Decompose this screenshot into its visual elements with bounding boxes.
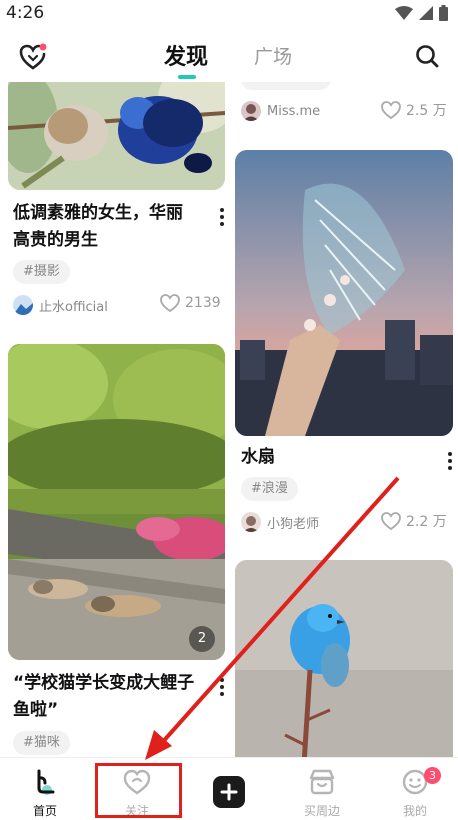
more-options-icon[interactable]: [219, 208, 225, 226]
card-image-bluebird[interactable]: [235, 560, 453, 757]
topic-tag[interactable]: #猫咪: [13, 731, 70, 755]
birds-photo: [8, 82, 225, 190]
tab-label: 买周边: [303, 804, 340, 818]
heart-icon: [381, 101, 401, 119]
author-name: 止水official: [39, 299, 108, 315]
card-image-cats[interactable]: [8, 344, 225, 660]
tab-discover[interactable]: 发现: [164, 39, 208, 71]
heart-icon: [381, 512, 401, 530]
avatar: [241, 101, 261, 121]
author-name: Miss.me: [267, 103, 321, 119]
battery-icon: [439, 5, 448, 21]
like-count[interactable]: 2139: [160, 294, 221, 312]
tab-home[interactable]: 首页: [0, 758, 90, 820]
avatar: [241, 512, 261, 532]
topic-tag[interactable]: #浪漫: [241, 477, 298, 501]
like-number: 2139: [185, 295, 221, 311]
card-title[interactable]: 低调素雅的女生，华丽 高贵的男生: [13, 200, 213, 254]
like-count[interactable]: 2.5 万: [381, 100, 447, 120]
bottom-nav: 首页 关注 买周边 我的 3: [0, 757, 458, 820]
search-icon[interactable]: [414, 43, 440, 69]
card-image-birds[interactable]: [8, 82, 225, 190]
notification-badge: 3: [424, 767, 441, 784]
author-info[interactable]: Miss.me: [241, 101, 320, 121]
home-icon: [37, 769, 55, 795]
status-icons: [395, 5, 448, 21]
shop-icon: [309, 769, 335, 795]
topic-tag[interactable]: #摄影: [13, 260, 70, 284]
plus-icon: [220, 783, 238, 801]
top-nav: 发现 广场: [0, 30, 458, 82]
tab-shop[interactable]: 买周边: [277, 758, 367, 820]
heart-icon: [160, 294, 180, 312]
like-number: 2.5 万: [406, 103, 447, 119]
card-title[interactable]: “学校猫学长变成大鲤子 鱼啦”: [13, 670, 213, 724]
active-tab-indicator: [178, 75, 196, 79]
author-info[interactable]: 止水official: [13, 295, 108, 315]
tab-label: 首页: [32, 804, 57, 818]
avatar: [13, 295, 33, 315]
cellular-icon: [419, 6, 433, 20]
tab-plaza[interactable]: 广场: [254, 42, 292, 69]
tab-label: 我的: [402, 804, 427, 818]
author-info[interactable]: 小狗老师: [241, 512, 319, 532]
wifi-icon: [395, 6, 413, 20]
more-options-icon[interactable]: [219, 678, 225, 696]
image-count-badge: 2: [189, 626, 215, 652]
card-title[interactable]: 水扇: [241, 444, 431, 471]
status-bar: 4:26: [0, 0, 458, 28]
card-title-line: 水扇: [241, 447, 275, 467]
annotation-highlight-box: [95, 763, 182, 818]
card-title-line: 高贵的男生: [13, 230, 98, 250]
card-image-fan[interactable]: [235, 150, 453, 436]
author-name: 小狗老师: [267, 516, 320, 532]
partial-tag: [241, 82, 331, 90]
like-count[interactable]: 2.2 万: [381, 511, 447, 531]
cats-photo: [8, 344, 225, 660]
card-title-line: 鱼啦”: [13, 700, 59, 720]
card-title-line: “学校猫学长变成大鲤子: [13, 673, 195, 693]
card-title-line: 低调素雅的女生，华丽: [13, 203, 183, 223]
status-time: 4:26: [6, 3, 45, 23]
like-number: 2.2 万: [406, 514, 447, 530]
heart-bell-icon[interactable]: [18, 42, 48, 72]
fan-photo: [235, 150, 453, 436]
create-post-button[interactable]: [213, 776, 245, 808]
bluebird-photo: [235, 560, 453, 757]
feed-grid: 低调素雅的女生，华丽 高贵的男生 #摄影 止水official 2139 2 “…: [0, 82, 458, 757]
tab-profile[interactable]: 我的: [370, 758, 458, 820]
more-options-icon[interactable]: [447, 452, 453, 470]
